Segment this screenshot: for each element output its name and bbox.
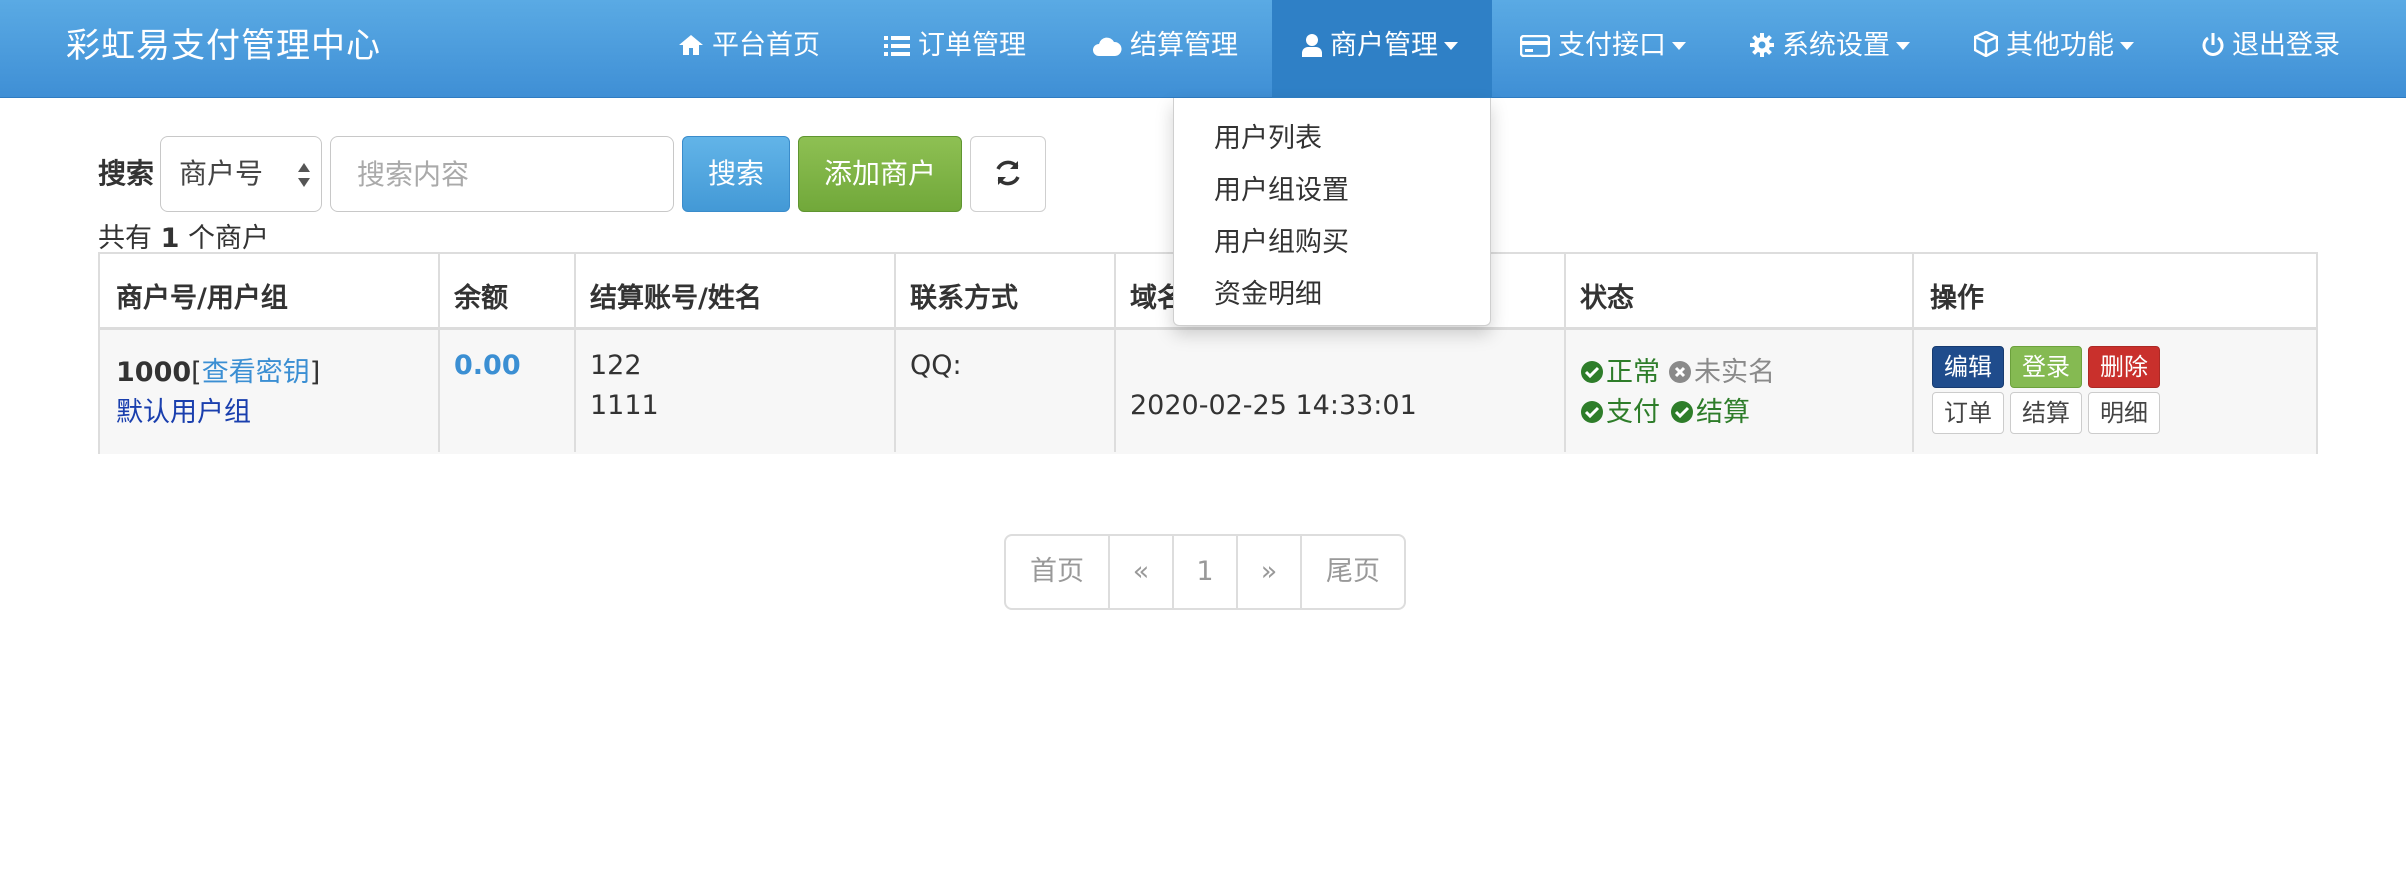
column-divider: [1912, 254, 1914, 452]
register-date: 2020-02-25 14:33:01: [1130, 390, 1417, 421]
column-divider: [438, 254, 440, 452]
nav-home-label: 平台首页: [712, 30, 820, 61]
merchant-count: 共有 1 个商户: [98, 216, 269, 255]
nav-orders-label: 订单管理: [918, 30, 1026, 61]
nav-merchants-label: 商户管理: [1330, 30, 1438, 61]
refresh-icon: [996, 160, 1020, 186]
nav-home[interactable]: 平台首页: [678, 0, 820, 98]
header-account: 结算账号/姓名: [590, 283, 762, 314]
count-number: 1: [160, 223, 180, 254]
status-pay-label: 支付: [1606, 397, 1660, 428]
refresh-button[interactable]: [970, 136, 1046, 212]
header-merchant-id: 商户号/用户组: [116, 283, 288, 314]
gear-icon: [1750, 33, 1774, 57]
merchants-dropdown-menu: 用户列表 用户组设置 用户组购买 资金明细: [1173, 98, 1491, 326]
nav-logout-label: 退出登录: [2232, 30, 2340, 61]
status-unverified-label: 未实名: [1694, 357, 1775, 388]
count-prefix: 共有: [98, 223, 161, 254]
page-next[interactable]: »: [1238, 536, 1302, 608]
nav-settlement-label: 结算管理: [1130, 30, 1238, 61]
caret-down-icon: [2120, 42, 2134, 50]
select-arrows-icon: [298, 163, 310, 187]
table-row: 1000[查看密钥] 默认用户组 0.00 122 1111 QQ: 2020-…: [100, 330, 2316, 454]
balance-value[interactable]: 0.00: [454, 350, 521, 381]
user-icon: [1302, 34, 1322, 57]
pagination: 首页 « 1 » 尾页: [1004, 534, 1406, 610]
status-settle[interactable]: 结算: [1670, 390, 1750, 429]
page-prev[interactable]: «: [1110, 536, 1174, 608]
search-input[interactable]: [330, 136, 674, 212]
bracket-open: [: [191, 357, 202, 388]
caret-down-icon: [1444, 42, 1458, 50]
list-icon: [884, 36, 910, 56]
merchant-id: 1000: [116, 357, 192, 388]
status-unverified[interactable]: 未实名: [1668, 350, 1775, 389]
contact-value: QQ:: [910, 350, 962, 381]
cube-icon: [1973, 30, 1999, 58]
login-button[interactable]: 登录: [2010, 346, 2082, 388]
nav-system-label: 系统设置: [1782, 30, 1890, 61]
nav-logout[interactable]: 退出登录: [2202, 0, 2340, 98]
edit-button[interactable]: 编辑: [1932, 346, 2004, 388]
nav-merchants[interactable]: 商户管理: [1272, 0, 1492, 98]
brand-title[interactable]: 彩虹易支付管理中心: [66, 0, 381, 98]
column-divider: [894, 254, 896, 452]
power-icon: [2202, 33, 2224, 56]
status-normal[interactable]: 正常: [1580, 350, 1660, 389]
nav-orders[interactable]: 订单管理: [884, 0, 1026, 98]
search-button[interactable]: 搜索: [682, 136, 790, 212]
user-group-link[interactable]: 默认用户组: [116, 390, 251, 429]
menu-item-fund-details[interactable]: 资金明细: [1214, 272, 1322, 311]
search-label: 搜索: [98, 157, 155, 190]
check-circle-icon: [1581, 361, 1603, 383]
header-actions: 操作: [1930, 283, 1984, 314]
search-field-value: 商户号: [179, 157, 264, 190]
menu-item-group-purchase[interactable]: 用户组购买: [1214, 220, 1349, 259]
settle-name: 1111: [590, 390, 659, 421]
x-circle-icon: [1669, 361, 1691, 383]
home-icon: [679, 35, 703, 55]
header-status: 状态: [1580, 283, 1634, 314]
credit-card-icon: [1519, 34, 1551, 58]
status-pay[interactable]: 支付: [1580, 390, 1660, 429]
delete-button[interactable]: 删除: [2088, 346, 2160, 388]
settle-button[interactable]: 结算: [2010, 392, 2082, 434]
caret-down-icon: [1896, 42, 1910, 50]
caret-down-icon: [1672, 42, 1686, 50]
column-divider: [1114, 254, 1116, 452]
status-settle-label: 结算: [1696, 397, 1750, 428]
view-key-link[interactable]: 查看密钥: [202, 357, 310, 388]
settle-account: 122: [590, 350, 642, 381]
add-merchant-button[interactable]: 添加商户: [798, 136, 962, 212]
menu-item-user-list[interactable]: 用户列表: [1214, 116, 1322, 155]
nav-other-label: 其他功能: [2006, 30, 2114, 61]
column-divider: [574, 254, 576, 452]
cloud-icon: [1093, 37, 1122, 56]
header-contact: 联系方式: [910, 283, 1018, 314]
nav-payment-label: 支付接口: [1558, 30, 1666, 61]
bracket-close: ]: [309, 357, 321, 388]
page-number[interactable]: 1: [1174, 536, 1238, 608]
nav-other[interactable]: 其他功能: [1973, 0, 2134, 98]
count-suffix: 个商户: [179, 223, 269, 254]
check-circle-icon: [1671, 401, 1693, 423]
details-button[interactable]: 明细: [2088, 392, 2160, 434]
column-divider: [1564, 254, 1566, 452]
top-navbar: 彩虹易支付管理中心 平台首页 订单管理 结算管理 商户管理 支付接口 系统设置 …: [0, 0, 2406, 98]
nav-settlement[interactable]: 结算管理: [1092, 0, 1238, 98]
header-balance: 余额: [454, 283, 508, 314]
page-last[interactable]: 尾页: [1302, 536, 1404, 608]
nav-system[interactable]: 系统设置: [1750, 0, 1910, 98]
orders-button[interactable]: 订单: [1932, 392, 2004, 434]
merchant-id-cell: 1000[查看密钥]: [116, 350, 320, 389]
nav-payment[interactable]: 支付接口: [1519, 0, 1686, 98]
page-first[interactable]: 首页: [1006, 536, 1110, 608]
menu-item-group-settings[interactable]: 用户组设置: [1214, 168, 1349, 207]
status-normal-label: 正常: [1606, 357, 1660, 388]
search-field-select[interactable]: 商户号: [160, 136, 322, 212]
check-circle-icon: [1581, 401, 1603, 423]
